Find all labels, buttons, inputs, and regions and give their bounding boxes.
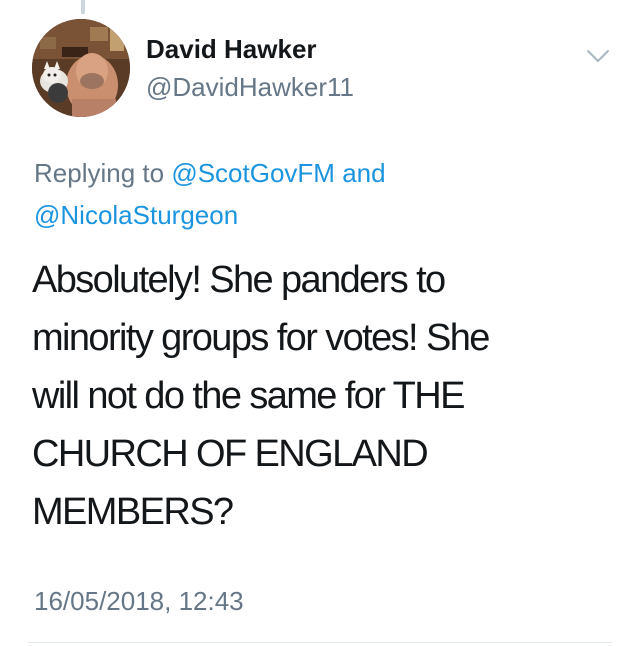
author-name[interactable]: David Hawker [146, 34, 317, 65]
tweet-text-line: Absolutely! She panders to [32, 259, 446, 301]
mention-nicolasturgeon[interactable]: @NicolaSturgeon [34, 200, 238, 230]
profile-photo-icon [32, 19, 130, 117]
replying-to-conjunction[interactable]: and [342, 158, 385, 188]
tweet-text-line: minority groups for votes! She [32, 317, 490, 359]
replying-to-line: Replying to @ScotGovFM and [34, 158, 386, 189]
tweet-text-line: CHURCH OF ENGLAND [32, 433, 429, 475]
chevron-down-icon[interactable] [584, 42, 612, 70]
replying-to-label: Replying to [34, 158, 165, 188]
avatar[interactable] [32, 19, 130, 117]
tweet-body: Absolutely! She panders to minority grou… [32, 251, 617, 541]
replying-to-line-2: @NicolaSturgeon [34, 200, 238, 231]
tweet-text-line: MEMBERS? [32, 491, 234, 533]
author-handle[interactable]: @DavidHawker11 [146, 72, 354, 103]
tweet-text-line: will not do the same for THE [32, 375, 465, 417]
thread-connector-line [81, 0, 85, 14]
divider [28, 642, 612, 643]
mention-scotgovfm[interactable]: @ScotGovFM [171, 158, 335, 188]
tweet-timestamp[interactable]: 16/05/2018, 12:43 [34, 586, 244, 617]
